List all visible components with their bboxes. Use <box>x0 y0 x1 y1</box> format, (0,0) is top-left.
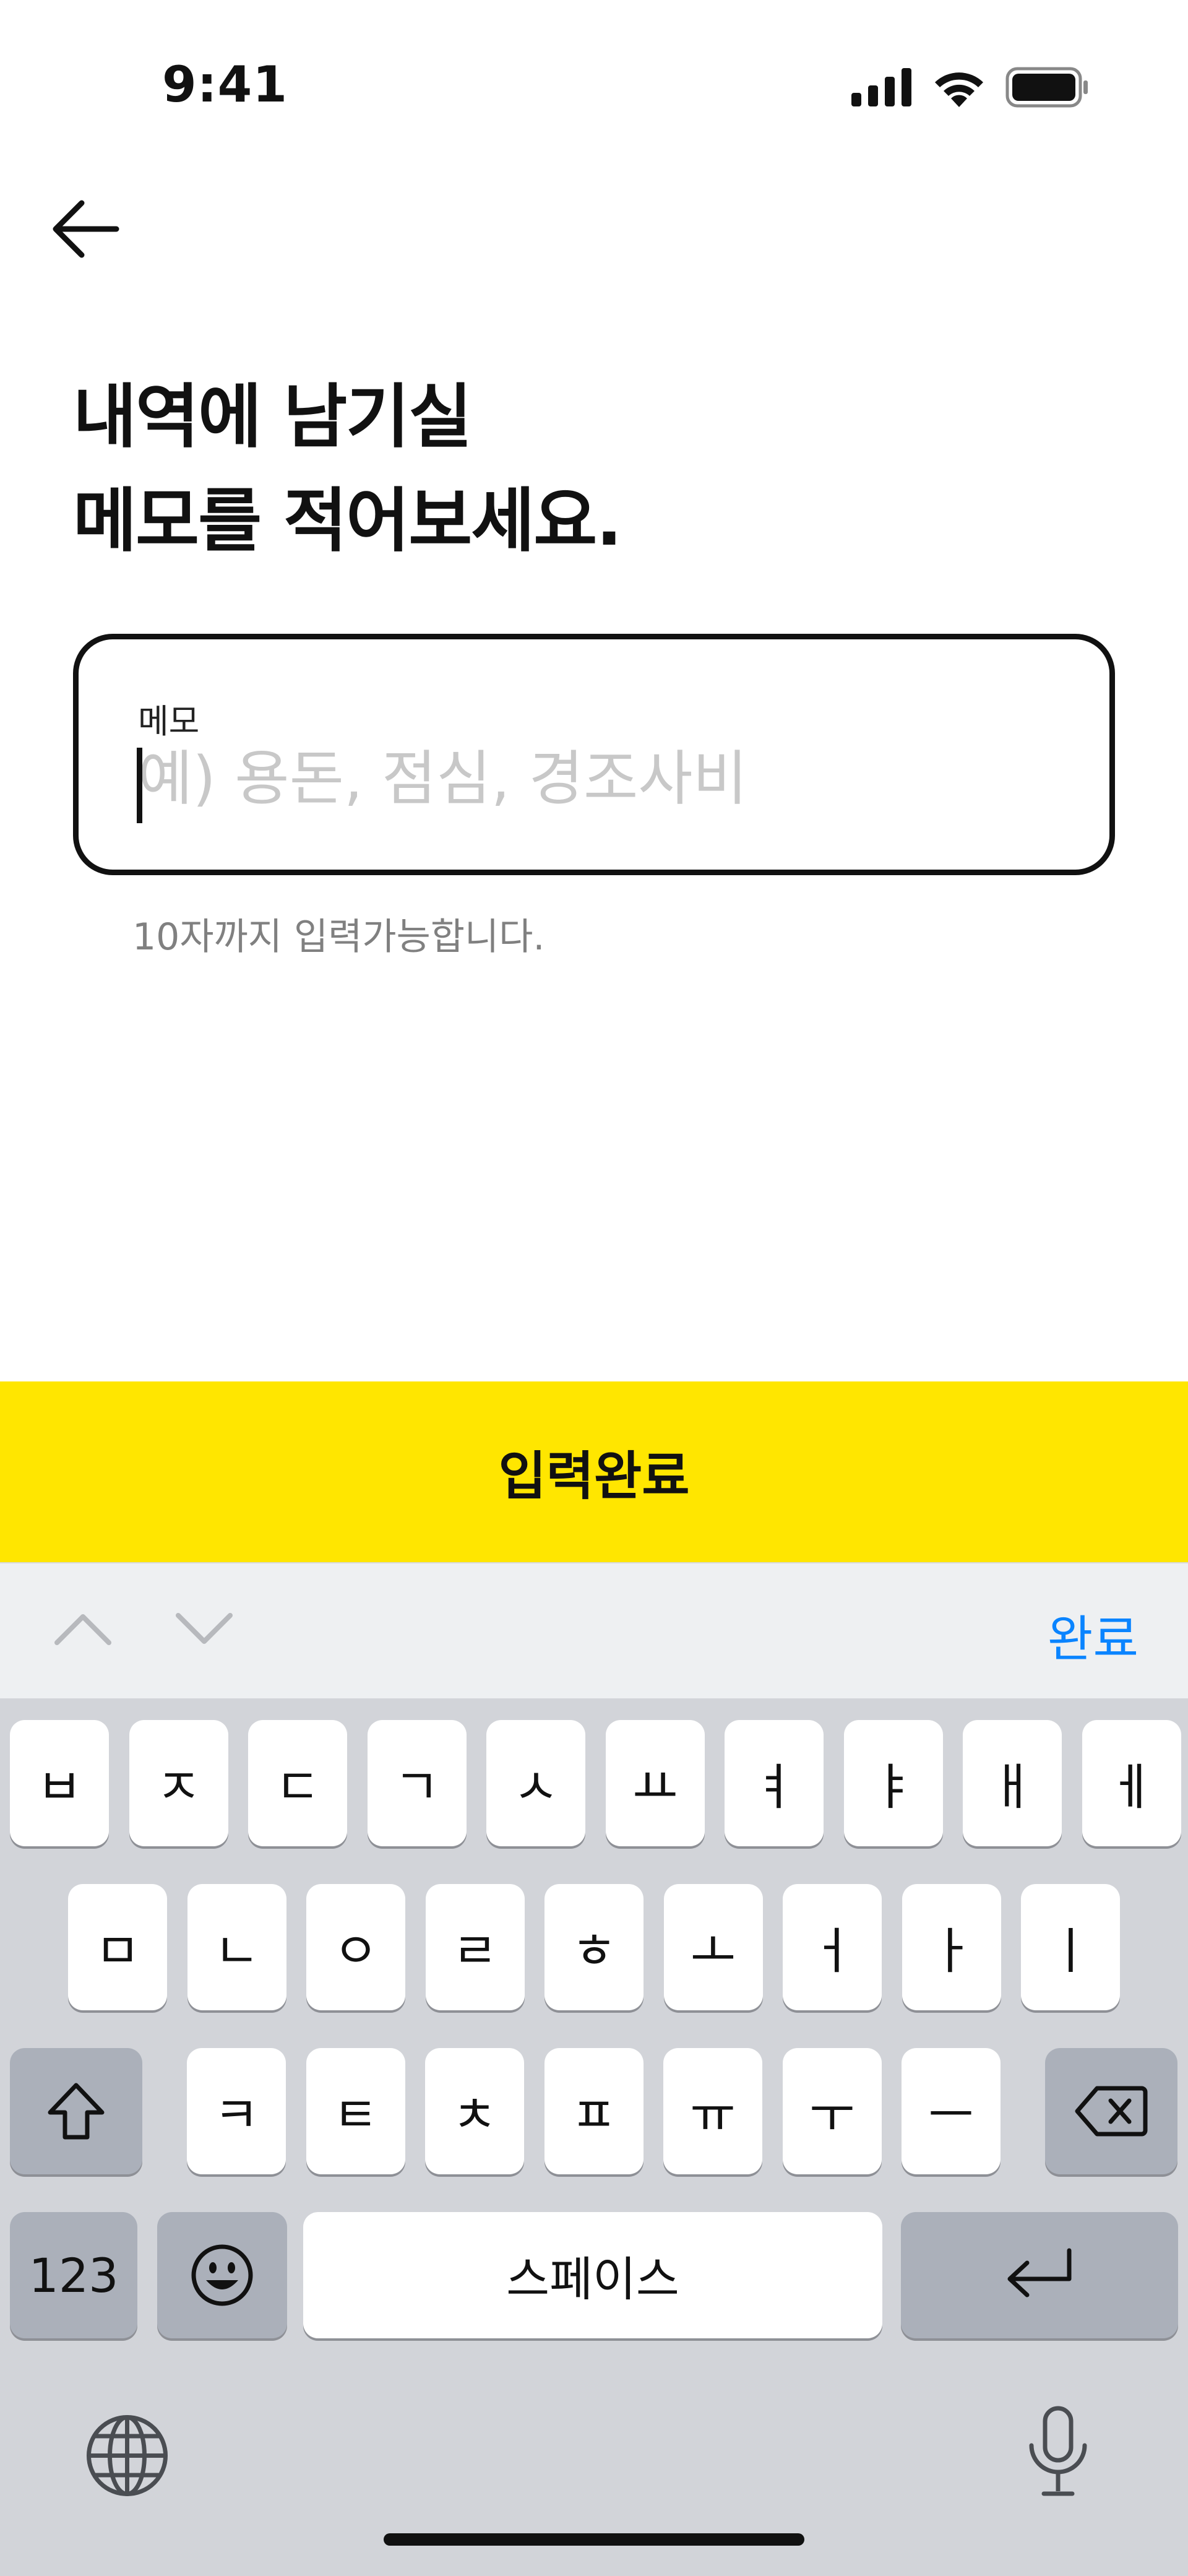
text-caret <box>137 748 142 823</box>
cellular-signal-icon <box>851 68 911 106</box>
confirm-button[interactable]: 입력완료 <box>0 1381 1188 1562</box>
battery-icon <box>1005 67 1088 108</box>
letter-key[interactable]: ㅏ <box>902 1884 1001 2010</box>
letter-key[interactable]: ㅌ <box>306 2048 405 2174</box>
letter-key[interactable]: ㄴ <box>187 1884 286 2010</box>
letter-key[interactable]: ㅅ <box>486 1720 585 1846</box>
status-bar: 9:41 <box>0 0 1188 173</box>
done-button[interactable]: 완료 <box>1048 1599 1138 1671</box>
backspace-icon <box>1075 2086 1148 2137</box>
delete-key[interactable] <box>1045 2048 1177 2174</box>
page-title: 내역에 남기실 메모를 적어보세요. <box>73 377 622 561</box>
status-time: 9:41 <box>162 56 288 113</box>
letter-key[interactable]: ㅔ <box>1082 1720 1181 1846</box>
letter-key[interactable]: ㅠ <box>663 2048 762 2174</box>
letter-key[interactable]: ㅊ <box>425 2048 524 2174</box>
keyboard-accessory-bar: 완료 <box>0 1562 1188 1698</box>
memo-helper-text: 10자까지 입력가능합니다. <box>132 915 545 959</box>
letter-key[interactable]: ㅂ <box>10 1720 109 1846</box>
wifi-icon <box>935 72 983 107</box>
shift-icon <box>48 2083 105 2140</box>
emoji-icon <box>191 2244 253 2306</box>
letter-key[interactable]: ㅋ <box>187 2048 286 2174</box>
letter-key[interactable]: ㅎ <box>544 1884 644 2010</box>
chevron-up-icon[interactable] <box>52 1607 114 1650</box>
return-icon <box>1007 2248 1072 2297</box>
letter-key[interactable]: ㅡ <box>902 2048 1001 2174</box>
memo-field[interactable]: 메모 <box>73 634 1115 875</box>
letter-key[interactable]: ㅜ <box>782 2048 882 2174</box>
letter-key[interactable]: ㅕ <box>725 1720 824 1846</box>
letter-key[interactable]: ㅍ <box>544 2048 644 2174</box>
home-indicator <box>384 2533 804 2546</box>
shift-key[interactable] <box>10 2048 142 2174</box>
microphone-icon[interactable] <box>1024 2405 1092 2500</box>
emoji-key[interactable] <box>157 2212 287 2338</box>
letter-key[interactable]: ㅗ <box>663 1884 763 2010</box>
letter-key[interactable]: ㅁ <box>68 1884 167 2010</box>
return-key[interactable] <box>901 2212 1178 2338</box>
letter-key[interactable]: ㅑ <box>843 1720 943 1846</box>
back-arrow-icon[interactable] <box>43 192 124 266</box>
letter-key[interactable]: ㅇ <box>306 1884 405 2010</box>
letter-key[interactable]: ㅐ <box>963 1720 1062 1846</box>
letter-key[interactable]: ㄷ <box>248 1720 347 1846</box>
keyboard: ㅂㅈㄷㄱㅅㅛㅕㅑㅐㅔ ㅁㄴㅇㄹㅎㅗㅓㅏㅣ ㅋㅌㅊㅍㅠㅜㅡ 123 스페이스 <box>0 1698 1188 2576</box>
memo-input[interactable] <box>138 745 1041 813</box>
letter-key[interactable]: ㅛ <box>605 1720 705 1846</box>
letter-key[interactable]: ㄱ <box>367 1720 467 1846</box>
letter-key[interactable]: ㅈ <box>129 1720 228 1846</box>
space-key[interactable]: 스페이스 <box>303 2212 882 2338</box>
chevron-down-icon[interactable] <box>173 1607 235 1650</box>
letter-key[interactable]: ㅣ <box>1021 1884 1120 2010</box>
globe-icon[interactable] <box>85 2414 169 2497</box>
memo-label: 메모 <box>138 702 200 741</box>
letter-key[interactable]: ㄹ <box>425 1884 525 2010</box>
letter-key[interactable]: ㅓ <box>783 1884 882 2010</box>
numbers-key[interactable]: 123 <box>10 2212 137 2338</box>
